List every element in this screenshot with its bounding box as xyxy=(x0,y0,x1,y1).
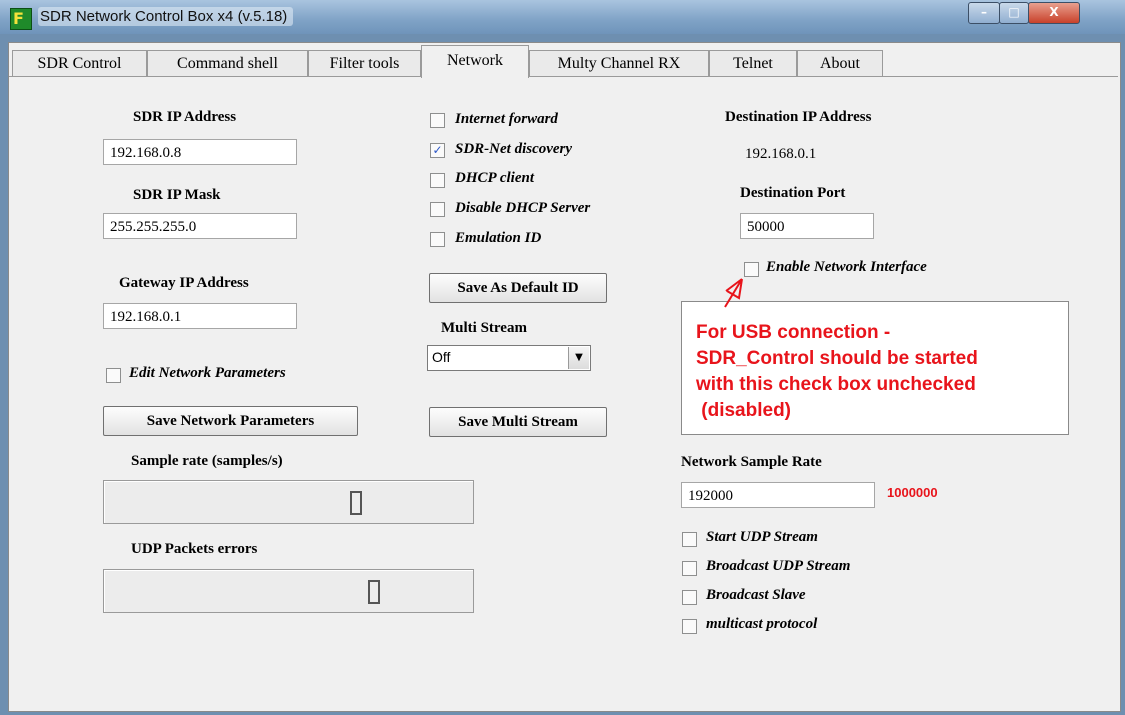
gateway-field[interactable]: 192.168.0.1 xyxy=(103,303,297,329)
udp-errors-display xyxy=(103,569,474,613)
note-arrow xyxy=(724,278,743,308)
tab-network[interactable]: Network xyxy=(421,45,529,78)
multicast-protocol-label: multicast protocol xyxy=(706,616,818,632)
sdr-net-discovery-checkbox[interactable]: ✓ xyxy=(430,143,445,158)
tab-about[interactable]: About xyxy=(797,50,883,77)
sdr-net-discovery-label: SDR-Net discovery xyxy=(455,141,573,157)
destination-port-label: Destination Port xyxy=(740,185,846,201)
destination-ip-value: 192.168.0.1 xyxy=(745,146,817,162)
dhcp-client-checkbox[interactable] xyxy=(430,173,445,188)
emulation-id-label: Emulation ID xyxy=(455,230,542,246)
client-area: SDR Control Command shell Filter tools N… xyxy=(8,42,1121,712)
disable-dhcp-server-label: Disable DHCP Server xyxy=(455,200,591,216)
start-udp-stream-label: Start UDP Stream xyxy=(706,529,818,545)
multicast-protocol-checkbox[interactable] xyxy=(682,619,697,634)
disable-dhcp-server-checkbox[interactable] xyxy=(430,202,445,217)
window-title: SDR Network Control Box x4 (v.5.18) xyxy=(38,7,294,26)
usb-note-box: For USB connection - SDR_Control should … xyxy=(681,301,1069,435)
sdr-mask-label: SDR IP Mask xyxy=(133,187,221,203)
udp-errors-label: UDP Packets errors xyxy=(131,541,258,557)
internet-forward-label: Internet forward xyxy=(455,111,558,127)
tab-strip: SDR Control Command shell Filter tools N… xyxy=(9,43,1120,78)
enable-network-interface-label: Enable Network Interface xyxy=(766,259,927,275)
title-bar[interactable]: Ϝ SDR Network Control Box x4 (v.5.18) – … xyxy=(0,0,1125,34)
multi-stream-select[interactable]: Off ▼ xyxy=(427,345,591,371)
sample-rate-label: Sample rate (samples/s) xyxy=(131,453,283,469)
udp-errors-digit xyxy=(368,580,380,604)
network-panel: SDR IP Address 192.168.0.8 SDR IP Mask 2… xyxy=(9,76,1118,709)
app-window: Ϝ SDR Network Control Box x4 (v.5.18) – … xyxy=(0,0,1125,715)
internet-forward-checkbox[interactable] xyxy=(430,113,445,128)
destination-ip-label: Destination IP Address xyxy=(725,109,872,125)
dhcp-client-label: DHCP client xyxy=(455,170,535,186)
sdr-ip-label: SDR IP Address xyxy=(133,109,237,125)
maximize-button[interactable]: □ xyxy=(999,2,1029,24)
edit-params-label: Edit Network Parameters xyxy=(129,365,286,381)
save-multi-stream-button[interactable]: Save Multi Stream xyxy=(429,407,607,437)
broadcast-udp-stream-checkbox[interactable] xyxy=(682,561,697,576)
sdr-mask-field[interactable]: 255.255.255.0 xyxy=(103,213,297,239)
tab-filter-tools[interactable]: Filter tools xyxy=(308,50,421,77)
close-button[interactable]: X xyxy=(1028,2,1080,24)
multi-stream-value: Off xyxy=(432,349,451,365)
sample-rate-digit xyxy=(350,491,362,515)
app-icon: Ϝ xyxy=(10,8,32,30)
save-default-id-button[interactable]: Save As Default ID xyxy=(429,273,607,303)
network-sample-rate-field[interactable]: 192000 xyxy=(681,482,875,508)
usb-note-text: For USB connection - SDR_Control should … xyxy=(696,322,978,421)
tab-sdr-control[interactable]: SDR Control xyxy=(12,50,147,77)
gateway-label: Gateway IP Address xyxy=(119,275,249,291)
sample-rate-display xyxy=(103,480,474,524)
broadcast-slave-checkbox[interactable] xyxy=(682,590,697,605)
sdr-ip-field[interactable]: 192.168.0.8 xyxy=(103,139,297,165)
edit-params-checkbox[interactable] xyxy=(106,368,121,383)
minimize-button[interactable]: – xyxy=(968,2,1000,24)
tab-multy-channel-rx[interactable]: Multy Channel RX xyxy=(529,50,709,77)
tab-telnet[interactable]: Telnet xyxy=(709,50,797,77)
start-udp-stream-checkbox[interactable] xyxy=(682,532,697,547)
chevron-down-icon[interactable]: ▼ xyxy=(568,347,589,369)
tab-command-shell[interactable]: Command shell xyxy=(147,50,308,77)
multi-stream-label: Multi Stream xyxy=(441,320,527,336)
broadcast-slave-label: Broadcast Slave xyxy=(706,587,806,603)
destination-port-field[interactable]: 50000 xyxy=(740,213,874,239)
emulation-id-checkbox[interactable] xyxy=(430,232,445,247)
actual-sample-rate: 1000000 xyxy=(887,485,938,500)
broadcast-udp-stream-label: Broadcast UDP Stream xyxy=(706,558,851,574)
save-network-params-button[interactable]: Save Network Parameters xyxy=(103,406,358,436)
network-sample-rate-label: Network Sample Rate xyxy=(681,454,822,470)
